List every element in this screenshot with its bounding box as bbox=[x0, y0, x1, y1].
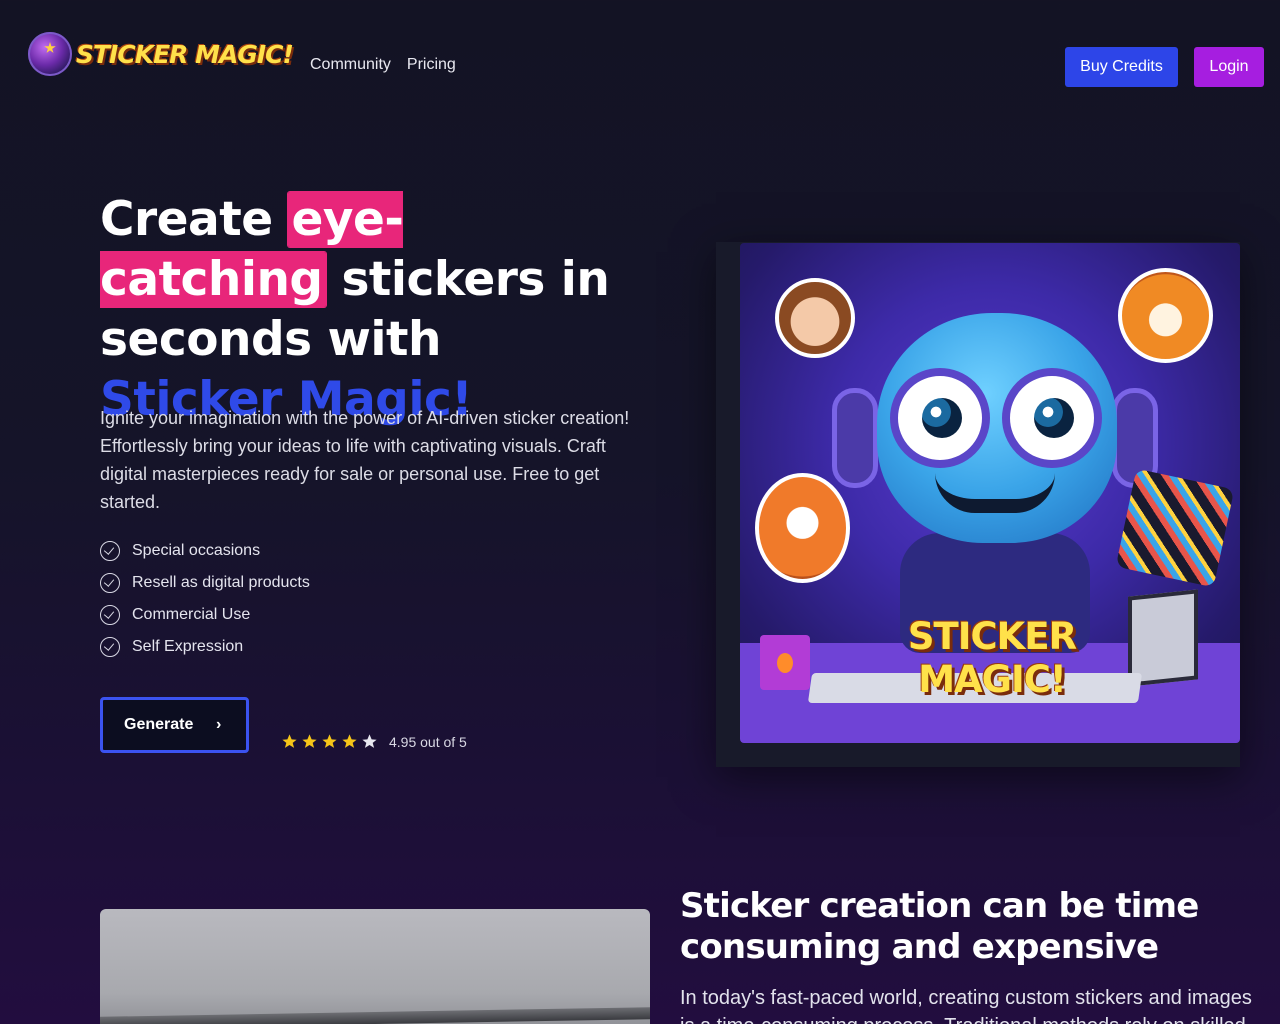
feature-item: Special occasions bbox=[100, 535, 310, 567]
fox-sticker bbox=[755, 473, 850, 583]
feature-item: Commercial Use bbox=[100, 599, 310, 631]
hero-title: Create eye-catching stickers in seconds … bbox=[100, 190, 620, 430]
section2-image bbox=[100, 909, 650, 1024]
generate-label: Generate bbox=[124, 716, 194, 733]
wizard-orb-icon bbox=[28, 32, 72, 76]
check-circle-icon bbox=[100, 605, 120, 625]
rating: 4.95 out of 5 bbox=[281, 733, 467, 750]
feature-label: Commercial Use bbox=[132, 606, 251, 623]
main-nav: Community Pricing bbox=[310, 56, 456, 74]
login-button[interactable]: Login bbox=[1194, 47, 1264, 87]
tiger-sticker bbox=[1118, 268, 1213, 363]
buy-credits-button[interactable]: Buy Credits bbox=[1065, 47, 1178, 87]
feature-item: Resell as digital products bbox=[100, 567, 310, 599]
feature-label: Self Expression bbox=[132, 638, 244, 655]
check-circle-icon bbox=[100, 573, 120, 593]
star-filled-icon bbox=[282, 734, 297, 748]
rockets-sticker bbox=[1115, 468, 1235, 588]
feature-label: Resell as digital products bbox=[132, 574, 310, 591]
flame-cube bbox=[760, 635, 810, 690]
check-circle-icon bbox=[100, 541, 120, 561]
star-filled-icon bbox=[342, 734, 357, 748]
robot-eye-left bbox=[890, 368, 990, 468]
boy-sticker bbox=[775, 278, 855, 358]
image-brand-text: STICKER MAGIC! bbox=[907, 615, 1077, 701]
hero-title-part1: Create bbox=[100, 192, 289, 247]
hero-description: Ignite your imagination with the power o… bbox=[100, 408, 630, 512]
star-filled-icon bbox=[302, 734, 317, 748]
feature-label: Special occasions bbox=[132, 542, 261, 559]
star-filled-icon bbox=[322, 734, 337, 748]
feature-list: Special occasions Resell as digital prod… bbox=[100, 535, 310, 663]
logo-text: STICKER MAGIC! bbox=[76, 39, 294, 69]
rating-text: 4.95 out of 5 bbox=[389, 733, 467, 750]
hero-image: STICKER MAGIC! bbox=[740, 243, 1240, 743]
star-empty-icon bbox=[362, 734, 377, 748]
site-header: STICKER MAGIC! Community Pricing Buy Cre… bbox=[0, 0, 1280, 130]
nav-community[interactable]: Community bbox=[310, 56, 391, 74]
robot-headphone-left bbox=[832, 388, 878, 488]
robot-eye-right bbox=[1002, 368, 1102, 468]
generate-button[interactable]: Generate › bbox=[100, 697, 249, 753]
nav-pricing[interactable]: Pricing bbox=[407, 56, 456, 74]
check-circle-icon bbox=[100, 637, 120, 657]
chevron-right-icon: › bbox=[216, 716, 222, 733]
site-logo[interactable]: STICKER MAGIC! bbox=[28, 32, 294, 76]
section2-title: Sticker creation can be time consuming a… bbox=[680, 886, 1199, 967]
feature-item: Self Expression bbox=[100, 631, 310, 663]
section2-text: In today's fast-paced world, creating cu… bbox=[680, 987, 1252, 1024]
